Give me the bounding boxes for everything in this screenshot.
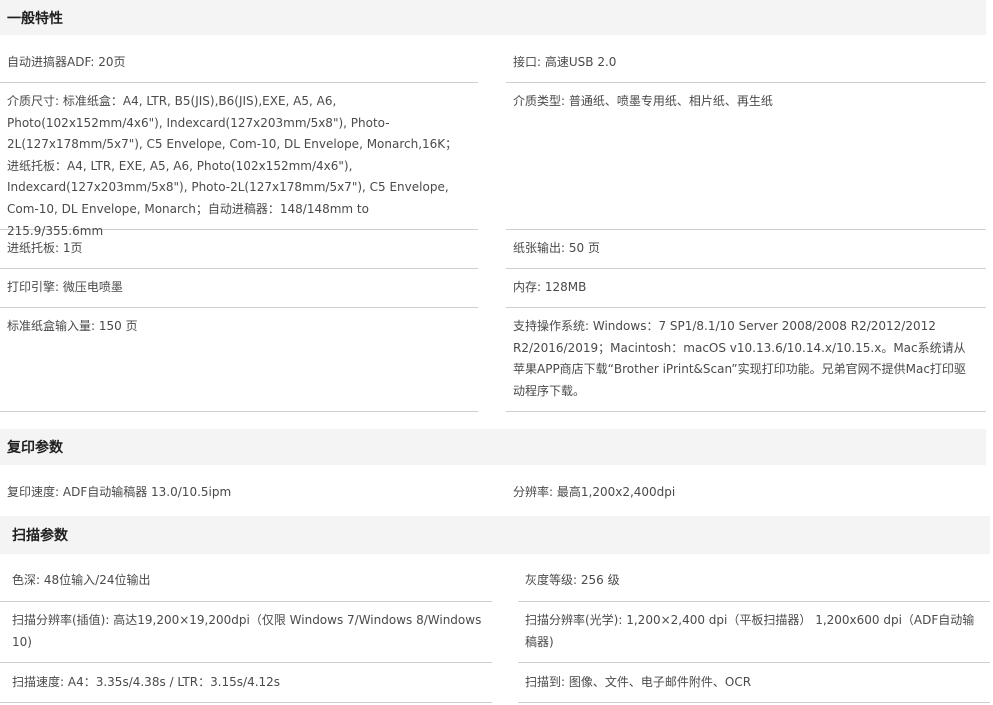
spec-value: 20页 (98, 55, 126, 69)
spec-cell-media-size: 介质尺寸标准纸盒：A4, LTR, B5(JIS),B6(JIS),EXE, A… (0, 91, 478, 238)
spec-value: 微压电喷墨 (62, 280, 123, 294)
spec-label: 灰度等级 (525, 573, 581, 587)
section-title: 扫描参数 (12, 528, 68, 544)
spec-label: 打印引擎 (7, 280, 63, 294)
spec-cell-copy-speed: 复印速度ADF自动输稿器 13.0/10.5ipm (0, 482, 478, 508)
spec-cell-interface: 接口高速USB 2.0 (506, 52, 986, 83)
spec-cell-grayscale: 灰度等级256 级 (518, 570, 990, 602)
section-header-copy: 复印参数 (0, 429, 986, 465)
spec-cell-color-depth: 色深48位输入/24位输出 (0, 570, 492, 602)
spec-label: 接口 (513, 55, 545, 69)
spec-value: 图像、文件、电子邮件附件、OCR (568, 675, 752, 689)
spec-label: 扫描到 (525, 675, 569, 689)
spec-label: 扫描分辨率(光学) (525, 613, 626, 627)
spec-cell-scan-res-optical: 扫描分辨率(光学)1,200×2,400 dpi（平板扫描器） 1,200x60… (518, 610, 990, 663)
spec-cell-paper-output: 纸张输出50 页 (506, 238, 986, 269)
spec-cell-copy-resolution: 分辨率最高1,200x2,400dpi (506, 482, 986, 508)
spec-label: 扫描分辨率(插值) (12, 613, 113, 627)
spec-cell-print-engine: 打印引擎微压电喷墨 (0, 277, 478, 308)
spec-label: 色深 (12, 573, 44, 587)
spec-label: 纸张输出 (513, 241, 569, 255)
spec-cell-scan-speed: 扫描速度A4：3.35s/4.38s / LTR：3.15s/4.12s (0, 672, 492, 703)
spec-cell-memory: 内存128MB (506, 277, 986, 308)
spec-label: 分辨率 (513, 485, 557, 499)
spec-value: 50 页 (568, 241, 600, 255)
spec-label: 内存 (513, 280, 545, 294)
section-title: 复印参数 (7, 440, 63, 456)
spec-value: 最高1,200x2,400dpi (556, 485, 676, 499)
section-header-scan: 扫描参数 (0, 516, 990, 554)
spec-cell-scan-res-interpolated: 扫描分辨率(插值)高达19,200×19,200dpi（仅限 Windows 7… (0, 610, 492, 663)
spec-value: 标准纸盒：A4, LTR, B5(JIS),B6(JIS),EXE, A5, A… (7, 94, 458, 238)
spec-cell-adf: 自动进搞器ADF20页 (0, 52, 478, 83)
spec-value: ADF自动输稿器 13.0/10.5ipm (62, 485, 232, 499)
spec-value: 普通纸、喷墨专用纸、相片纸、再生纸 (568, 94, 773, 108)
spec-value: 48位输入/24位输出 (43, 573, 151, 587)
spec-cell-scan-to: 扫描到图像、文件、电子邮件附件、OCR (518, 672, 990, 703)
spec-value: A4：3.35s/4.38s / LTR：3.15s/4.12s (67, 675, 281, 689)
spec-cell-feed-tray: 进纸托板1页 (0, 238, 478, 269)
spec-label: 扫描速度 (12, 675, 68, 689)
spec-cell-media-type: 介质类型普通纸、喷墨专用纸、相片纸、再生纸 (506, 91, 986, 230)
spec-label: 自动进搞器ADF (7, 55, 98, 69)
spec-value: 1页 (62, 241, 83, 255)
spec-label: 支持操作系统 (513, 319, 593, 333)
spec-cell-tray-capacity: 标准纸盒输入量150 页 (0, 316, 478, 412)
spec-value: 256 级 (580, 573, 620, 587)
spec-label: 复印速度 (7, 485, 63, 499)
spec-value: 高速USB 2.0 (544, 55, 617, 69)
section-header-general: 一般特性 (0, 0, 986, 35)
spec-cell-os-support: 支持操作系统Windows：7 SP1/8.1/10 Server 2008/2… (506, 316, 986, 412)
spec-label: 介质尺寸 (7, 94, 63, 108)
spec-label: 标准纸盒输入量 (7, 319, 99, 333)
spec-value: 128MB (544, 280, 587, 294)
spec-label: 进纸托板 (7, 241, 63, 255)
spec-value: 150 页 (98, 319, 138, 333)
spec-label: 介质类型 (513, 94, 569, 108)
section-title: 一般特性 (7, 10, 63, 27)
